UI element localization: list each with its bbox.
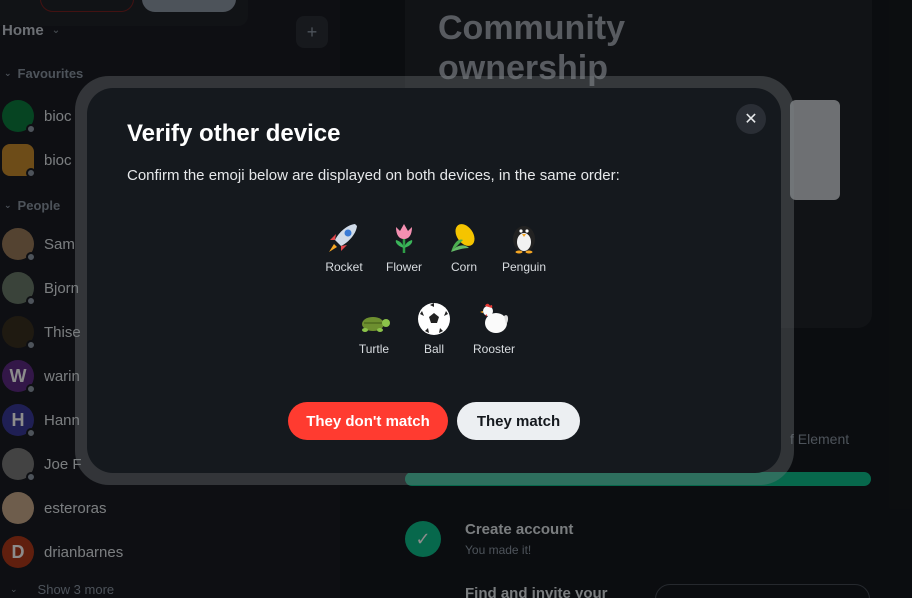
penguin-icon bbox=[513, 226, 535, 254]
emoji-label: Rocket bbox=[325, 260, 363, 274]
rocket-icon bbox=[329, 224, 357, 252]
emoji-label: Rooster bbox=[472, 342, 516, 356]
they-match-button[interactable]: They match bbox=[457, 402, 580, 440]
they-dont-match-button[interactable]: They don't match bbox=[288, 402, 448, 440]
tulip-icon bbox=[395, 224, 413, 253]
emoji-label: Penguin bbox=[501, 260, 547, 274]
corn-icon bbox=[451, 224, 475, 252]
rooster-icon bbox=[480, 303, 509, 333]
dialog-description: Confirm the emoji below are displayed on… bbox=[127, 167, 620, 184]
turtle-icon bbox=[362, 317, 390, 332]
soccer-ball-icon bbox=[418, 303, 450, 335]
emoji-label: Ball bbox=[423, 342, 444, 356]
emoji-ball: Ball bbox=[404, 300, 464, 356]
close-icon: ✕ bbox=[744, 111, 758, 128]
close-button[interactable]: ✕ bbox=[736, 104, 766, 134]
emoji-label: Turtle bbox=[358, 342, 390, 356]
emoji-label: Flower bbox=[385, 260, 422, 274]
emoji-rocket: Rocket bbox=[314, 218, 374, 274]
emoji-flower: Flower bbox=[374, 218, 434, 274]
emoji-penguin: Penguin bbox=[494, 218, 554, 274]
emoji-corn: Corn bbox=[434, 218, 494, 274]
emoji-rooster: Rooster bbox=[464, 300, 524, 356]
emoji-label: Corn bbox=[450, 260, 477, 274]
emoji-turtle: Turtle bbox=[344, 300, 404, 356]
dialog-title: Verify other device bbox=[127, 120, 341, 147]
